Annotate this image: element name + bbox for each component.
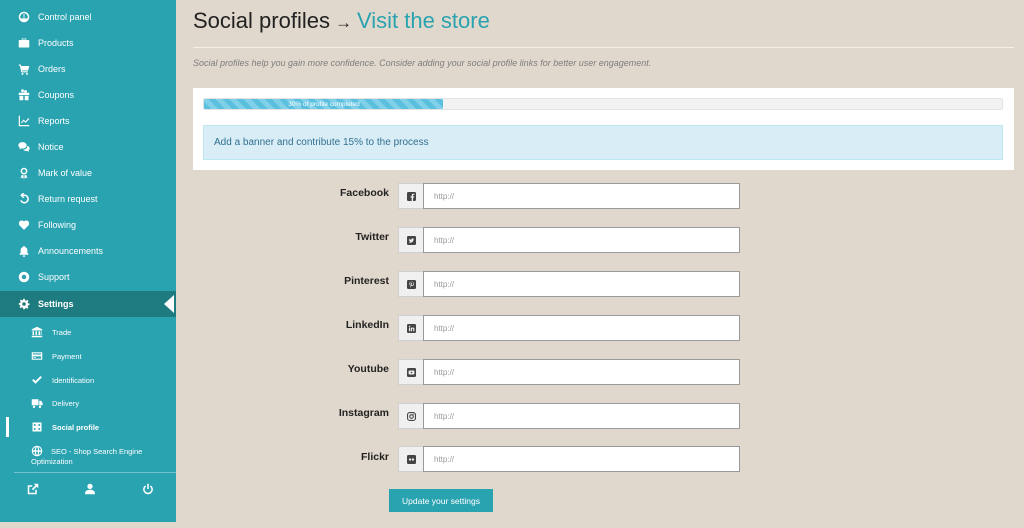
pinterest-url-input[interactable] [423, 271, 740, 297]
intro-text: Social profiles help you gain more confi… [193, 58, 652, 68]
sidebar-item-label: Following [38, 220, 77, 230]
check-icon [29, 373, 45, 387]
pinterest-icon [398, 271, 423, 297]
instagram-label: Instagram [338, 407, 389, 419]
sidebar-subitem-label: Trade [52, 327, 72, 337]
page-title: Social profiles → Visit the store [193, 8, 490, 34]
sidebar-subitem-identification[interactable]: Identification [0, 369, 176, 391]
sidebar-subitem-social-profile[interactable]: Social profile [0, 416, 176, 438]
sidebar-item-label: Coupons [38, 90, 75, 100]
visit-store-link[interactable]: Visit the store [357, 8, 490, 33]
award-icon [17, 166, 31, 180]
youtube-url-input[interactable] [423, 359, 740, 385]
sidebar-subitem-seo[interactable]: SEO - Shop Search Engine Optimization [0, 444, 176, 470]
sidebar-item-label: Return request [38, 194, 98, 204]
facebook-label: Facebook [339, 187, 389, 199]
sidebar-item-label: Support [38, 272, 70, 282]
sidebar-divider [14, 472, 176, 473]
sidebar-subitem-label: Payment [52, 351, 82, 361]
youtube-label: Youtube [347, 363, 389, 375]
chart-icon [17, 114, 31, 128]
heart-icon [17, 218, 31, 232]
linkedin-url-input[interactable] [423, 315, 740, 341]
cart-icon [17, 62, 31, 76]
sidebar-subitem-trade[interactable]: Trade [0, 321, 176, 343]
sidebar-item-label: Mark of value [38, 168, 93, 178]
sidebar-item-label: Control panel [38, 12, 92, 22]
truck-icon [29, 396, 45, 410]
sidebar-item-settings[interactable]: Settings [0, 291, 176, 317]
linkedin-icon [398, 315, 423, 341]
sidebar-item-support[interactable]: Support [0, 264, 176, 290]
sidebar: Control panel Products Orders Coupons Re… [0, 0, 176, 522]
twitter-icon [398, 227, 423, 253]
flickr-icon [398, 446, 423, 472]
gear-icon [17, 297, 31, 311]
sidebar-item-control-panel[interactable]: Control panel [0, 4, 176, 30]
bank-icon [29, 325, 45, 339]
title-divider [193, 47, 1014, 48]
twitter-label: Twitter [355, 231, 389, 243]
linkedin-label: LinkedIn [345, 319, 389, 331]
twitter-url-input[interactable] [423, 227, 740, 253]
gift-icon [17, 88, 31, 102]
sidebar-item-label: Reports [38, 116, 70, 126]
credit-card-icon [29, 349, 45, 363]
info-alert: Add a banner and contribute 15% to the p… [203, 125, 1003, 160]
sidebar-subitem-delivery[interactable]: Delivery [0, 392, 176, 414]
flickr-url-input[interactable] [423, 446, 740, 472]
profile-progress-bar: 30% of profile completed [203, 98, 1003, 110]
arrow-icon: → [334, 13, 352, 32]
page-title-text: Social profiles [193, 8, 330, 33]
update-settings-button[interactable]: Update your settings [389, 489, 493, 512]
power-icon[interactable] [141, 482, 155, 496]
instagram-icon [398, 403, 423, 429]
flickr-label: Flickr [360, 451, 389, 463]
sidebar-item-orders[interactable]: Orders [0, 56, 176, 82]
sidebar-item-label: Settings [38, 299, 74, 309]
sidebar-subitem-label: SEO - Shop Search Engine Optimization [31, 447, 143, 466]
facebook-url-input[interactable] [423, 183, 740, 209]
sidebar-item-reports[interactable]: Reports [0, 108, 176, 134]
progress-label: 30% of profile completed [288, 100, 360, 108]
pinterest-label: Pinterest [344, 275, 389, 287]
lifebuoy-icon [17, 270, 31, 284]
sidebar-item-label: Notice [38, 142, 64, 152]
sidebar-item-coupons[interactable]: Coupons [0, 82, 176, 108]
sidebar-subitem-label: Social profile [52, 422, 100, 432]
instagram-url-input[interactable] [423, 403, 740, 429]
user-icon[interactable] [83, 482, 97, 496]
external-link-icon[interactable] [26, 482, 40, 496]
sidebar-item-announcements[interactable]: Announcements [0, 238, 176, 264]
undo-icon [17, 192, 31, 206]
bell-icon [17, 244, 31, 258]
sidebar-subitem-payment[interactable]: Payment [0, 345, 176, 367]
sidebar-item-notice[interactable]: Notice [0, 134, 176, 160]
progress-card: 30% of profile completed Add a banner an… [193, 88, 1014, 170]
sidebar-item-products[interactable]: Products [0, 30, 176, 56]
sidebar-item-return-request[interactable]: Return request [0, 186, 176, 212]
sidebar-item-label: Announcements [38, 246, 104, 256]
sidebar-item-mark-of-value[interactable]: Mark of value [0, 160, 176, 186]
sidebar-item-label: Orders [38, 64, 66, 74]
share-icon [29, 420, 45, 434]
facebook-icon [398, 183, 423, 209]
sidebar-subitem-label: Delivery [52, 398, 80, 408]
sidebar-item-label: Products [38, 38, 74, 48]
youtube-icon [398, 359, 423, 385]
sidebar-subitem-label: Identification [52, 375, 95, 385]
comments-icon [17, 140, 31, 154]
briefcase-icon [17, 36, 31, 50]
dashboard-icon [17, 10, 31, 24]
sidebar-item-following[interactable]: Following [0, 212, 176, 238]
